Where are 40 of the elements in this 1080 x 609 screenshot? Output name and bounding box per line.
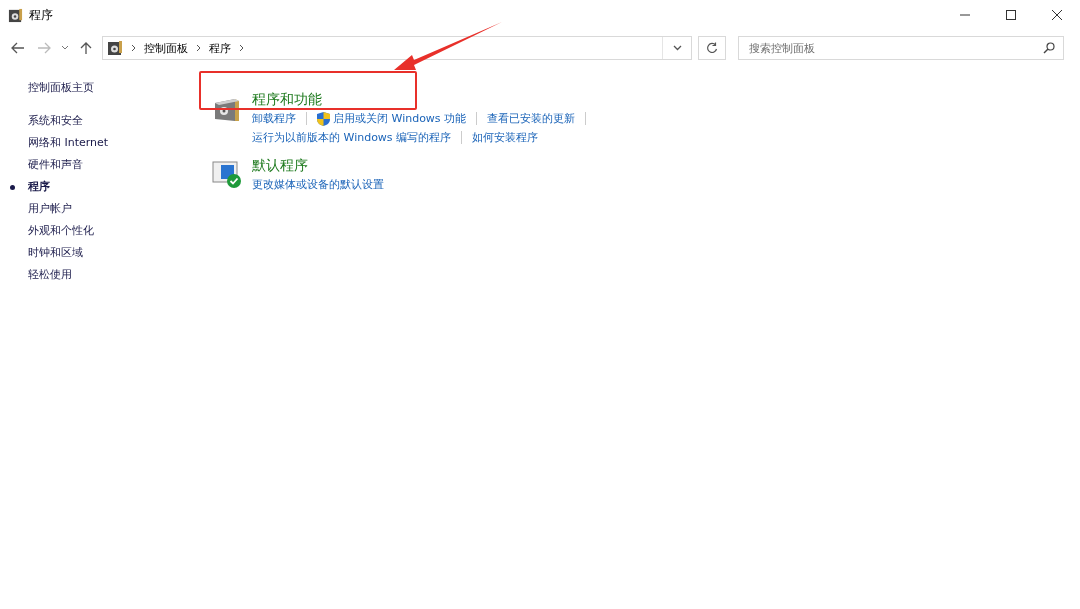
maximize-icon: [1006, 10, 1016, 20]
caret-icon: [61, 45, 69, 51]
shield-icon: [317, 111, 330, 126]
task-link[interactable]: 如何安装程序: [472, 128, 539, 147]
sidebar-link[interactable]: 控制面板主页: [10, 80, 194, 96]
sidebar-item[interactable]: 硬件和声音: [10, 154, 194, 176]
refresh-button[interactable]: [698, 36, 726, 60]
caret-icon: [672, 45, 682, 51]
sidebar-item[interactable]: 用户帐户: [10, 198, 194, 220]
sidebar-item[interactable]: 时钟和区域: [10, 242, 194, 264]
search-input[interactable]: 搜索控制面板: [747, 40, 1043, 56]
forward-arrow-icon: [37, 42, 51, 54]
task-link[interactable]: 运行为以前版本的 Windows 编写的程序: [252, 128, 452, 147]
close-icon: [1052, 10, 1062, 20]
control-panel-icon: [107, 40, 123, 56]
sidebar-item[interactable]: 系统和安全: [10, 110, 194, 132]
sidebar-item[interactable]: 网络和 Internet: [10, 132, 194, 154]
default-programs-icon: [212, 159, 242, 189]
sidebar-item[interactable]: 程序: [10, 176, 194, 198]
bullet-icon: [10, 184, 15, 190]
task-link[interactable]: 查看已安装的更新: [487, 109, 576, 128]
task-link[interactable]: 启用或关闭 Windows 功能: [317, 109, 467, 128]
task-link[interactable]: 卸载程序: [252, 109, 296, 128]
window-title: 程序: [29, 6, 53, 24]
up-arrow-icon: [80, 41, 92, 55]
section-title-link[interactable]: 默认程序: [252, 155, 384, 175]
breadcrumb[interactable]: 控制面板: [144, 40, 188, 56]
chevron-icon: [239, 44, 244, 52]
chevron-icon: [131, 44, 136, 52]
task-link[interactable]: 更改媒体或设备的默认设置: [252, 175, 384, 194]
search-field[interactable]: 搜索控制面板: [738, 36, 1064, 60]
refresh-icon: [706, 42, 718, 54]
sidebar-item[interactable]: 外观和个性化: [10, 220, 194, 242]
breadcrumb[interactable]: 程序: [209, 40, 231, 56]
search-icon: [1043, 42, 1055, 54]
section-title-link[interactable]: 程序和功能: [252, 89, 597, 109]
back-arrow-icon: [11, 42, 25, 54]
control-panel-icon: [8, 7, 23, 23]
sidebar-item[interactable]: 轻松使用: [10, 264, 194, 286]
chevron-icon: [196, 44, 201, 52]
